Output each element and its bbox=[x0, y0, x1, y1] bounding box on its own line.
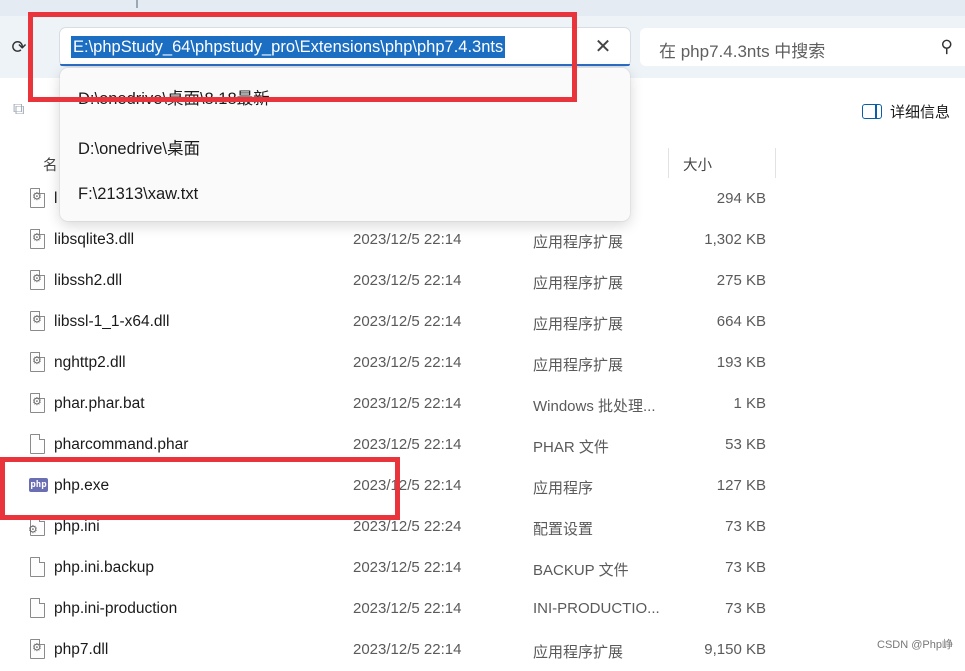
tab-edge bbox=[136, 0, 138, 8]
dll-file-icon bbox=[30, 188, 45, 208]
file-name: pharcommand.phar bbox=[54, 436, 189, 453]
watermark: CSDN @Php峥 bbox=[877, 639, 953, 651]
file-type: 应用程序 bbox=[533, 480, 594, 497]
file-size: 9,150 KB bbox=[704, 641, 766, 658]
copy-icon[interactable]: ⧉ bbox=[13, 102, 29, 118]
file-name: phar.phar.bat bbox=[54, 395, 145, 412]
column-divider[interactable] bbox=[668, 148, 669, 178]
file-date: 2023/12/5 22:24 bbox=[353, 518, 462, 535]
file-row[interactable]: php7.dll 2023/12/5 22:14 应用程序扩展 9,150 KB bbox=[0, 630, 965, 671]
column-header-size[interactable]: 大小 bbox=[683, 154, 712, 175]
file-date: 2023/12/5 22:14 bbox=[353, 436, 462, 453]
file-row[interactable]: php.ini-production 2023/12/5 22:14 INI-PRO… bbox=[0, 589, 965, 630]
file-name: libsqlite3.dll bbox=[54, 231, 135, 248]
file-name: php7.dll bbox=[54, 641, 109, 658]
file-row[interactable]: libssl-1_1-x64.dll 2023/12/5 22:14 应用程序扩展 6… bbox=[0, 302, 965, 343]
file-type: 应用程序扩展 bbox=[533, 316, 624, 333]
file-size: 73 KB bbox=[725, 559, 766, 576]
search-icon[interactable]: ⚲ bbox=[941, 37, 953, 57]
dll-file-icon bbox=[30, 311, 45, 331]
file-row[interactable]: nghttp2.dll 2023/12/5 22:14 应用程序扩展 193 KB bbox=[0, 343, 965, 384]
file-size: 193 KB bbox=[716, 354, 766, 371]
annotation-highlight-address bbox=[28, 12, 577, 102]
file-size: 1 KB bbox=[733, 395, 766, 412]
file-row[interactable]: libsqlite3.dll 2023/12/5 22:14 应用程序扩展 1,302… bbox=[0, 220, 965, 261]
file-type: INI-PRODUCTIO... bbox=[533, 600, 660, 617]
file-name: nghttp2.dll bbox=[54, 354, 126, 371]
bat-file-icon bbox=[30, 393, 45, 413]
dll-file-icon bbox=[30, 352, 45, 372]
file-size: 73 KB bbox=[725, 518, 766, 535]
file-size: 664 KB bbox=[716, 313, 766, 330]
file-date: 2023/12/5 22:14 bbox=[353, 641, 462, 658]
file-size: 53 KB bbox=[725, 436, 766, 453]
file-type: Windows 批处理... bbox=[533, 398, 656, 415]
file-type: 应用程序扩展 bbox=[533, 644, 624, 661]
file-name: libssh2.dll bbox=[54, 272, 123, 289]
search-input[interactable]: 在 php7.4.3nts 中搜索 ⚲ bbox=[640, 28, 965, 66]
file-name: libssl-1_1-x64.dll bbox=[54, 313, 170, 330]
file-type: 应用程序扩展 bbox=[533, 234, 624, 251]
file-name: l bbox=[54, 190, 58, 207]
details-label: 详细信息 bbox=[890, 104, 951, 121]
annotation-highlight-php-exe bbox=[0, 457, 400, 520]
file-type: BACKUP 文件 bbox=[533, 562, 629, 579]
dll-file-icon bbox=[30, 229, 45, 249]
column-header-name[interactable]: 名 bbox=[43, 154, 58, 175]
file-type: 应用程序扩展 bbox=[533, 357, 624, 374]
file-date: 2023/12/5 22:14 bbox=[353, 272, 462, 289]
file-date: 2023/12/5 22:14 bbox=[353, 231, 462, 248]
clear-address-icon[interactable]: ✕ bbox=[592, 36, 614, 58]
file-type: 配置设置 bbox=[533, 521, 594, 538]
file-icon bbox=[30, 434, 45, 454]
file-name: php.ini bbox=[54, 518, 100, 535]
refresh-icon[interactable]: ⟳ bbox=[8, 36, 30, 58]
file-name: php.ini.backup bbox=[54, 559, 154, 576]
details-pane-icon bbox=[862, 104, 882, 119]
file-row[interactable]: phar.phar.bat 2023/12/5 22:14 Windows 批处理.… bbox=[0, 384, 965, 425]
file-size: 275 KB bbox=[716, 272, 766, 289]
file-size: 73 KB bbox=[725, 600, 766, 617]
file-type: 应用程序扩展 bbox=[533, 275, 624, 292]
column-divider[interactable] bbox=[775, 148, 776, 178]
file-row[interactable]: libssh2.dll 2023/12/5 22:14 应用程序扩展 275 KB bbox=[0, 261, 965, 302]
file-name: php.ini-production bbox=[54, 600, 178, 617]
search-placeholder: 在 php7.4.3nts 中搜索 bbox=[659, 42, 826, 61]
file-date: 2023/12/5 22:14 bbox=[353, 395, 462, 412]
file-icon bbox=[30, 598, 45, 618]
details-button[interactable]: 详细信息 bbox=[862, 101, 950, 122]
file-size: 1,302 KB bbox=[704, 231, 766, 248]
file-size: 127 KB bbox=[716, 477, 766, 494]
dll-file-icon bbox=[30, 639, 45, 659]
file-date: 2023/12/5 22:14 bbox=[353, 600, 462, 617]
suggestion-item[interactable]: D:\onedrive\桌面 bbox=[78, 135, 200, 159]
file-type: PHAR 文件 bbox=[533, 439, 609, 456]
file-date: 2023/12/5 22:14 bbox=[353, 559, 462, 576]
file-row[interactable]: php.ini.backup 2023/12/5 22:14 BACKUP 文件 73… bbox=[0, 548, 965, 589]
file-date: 2023/12/5 22:14 bbox=[353, 354, 462, 371]
suggestion-item[interactable]: F:\21313\xaw.txt bbox=[78, 185, 198, 204]
file-icon bbox=[30, 557, 45, 577]
file-size: 294 KB bbox=[716, 190, 766, 207]
dll-file-icon bbox=[30, 270, 45, 290]
file-date: 2023/12/5 22:14 bbox=[353, 313, 462, 330]
